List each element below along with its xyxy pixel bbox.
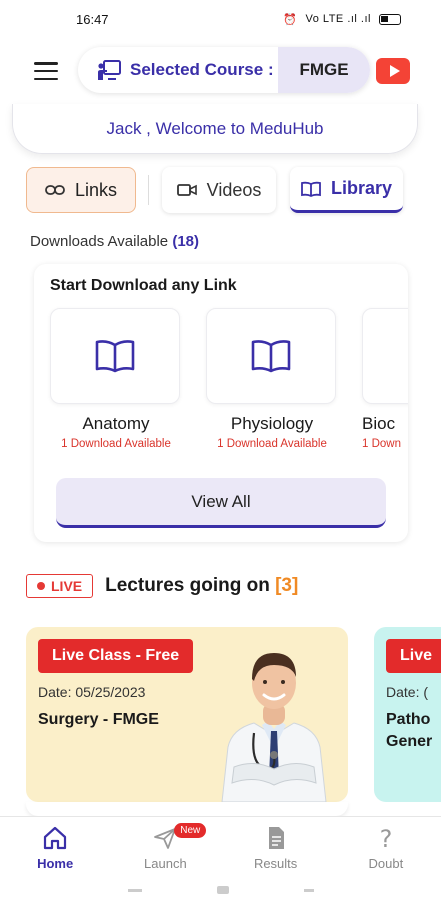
course-label: Selected Course : (130, 60, 274, 79)
home-system-icon[interactable] (216, 886, 229, 894)
question-icon: ? (380, 825, 393, 851)
recent-apps-icon[interactable] (127, 888, 142, 892)
link-icon (45, 185, 65, 195)
nav-results[interactable]: Results (221, 817, 331, 876)
nav-doubt[interactable]: ? Doubt (331, 817, 441, 876)
alarm-icon: ⏰ (283, 13, 298, 26)
lecture-subject: Surgery - FMGE (38, 711, 159, 728)
nav-launch-label: Launch (144, 856, 187, 871)
hamburger-menu-icon[interactable] (34, 62, 58, 80)
nav-launch[interactable]: New Launch (110, 817, 220, 876)
app-header: Selected Course : FMGE (0, 45, 441, 97)
svg-text:?: ? (380, 825, 393, 851)
live-class-badge: Live Class - Free (38, 639, 194, 673)
nav-home[interactable]: Home (0, 817, 110, 876)
lecture-subject-line2: Gener (386, 733, 433, 750)
live-class-badge: Live (386, 639, 441, 673)
new-badge: New (174, 823, 207, 838)
lecture-card-footer (26, 802, 348, 816)
live-badge: LIVE (26, 574, 94, 598)
subject-availability: 1 Download Available (61, 438, 171, 450)
back-system-icon[interactable] (303, 888, 314, 892)
tab-links[interactable]: Links (26, 167, 136, 213)
nav-results-label: Results (253, 856, 298, 871)
subject-name: Physiology (230, 414, 314, 433)
tab-links-label: Links (74, 179, 118, 200)
video-icon (176, 184, 197, 196)
live-lectures-header: LIVE Lectures going on [3] (26, 572, 298, 600)
teacher-board-icon (98, 60, 121, 80)
download-card-title: Start Download any Link (50, 277, 237, 294)
course-selector[interactable]: Selected Course : FMGE (78, 47, 370, 93)
book-open-icon (95, 340, 135, 373)
status-time: 16:47 (76, 11, 109, 27)
welcome-text: Jack , Welcome to MeduHub (106, 118, 324, 138)
course-value[interactable]: FMGE (278, 47, 370, 93)
subject-tile[interactable] (206, 308, 336, 404)
view-all-button[interactable]: View All (56, 478, 386, 528)
lecture-card[interactable]: Live Date: ( Patho Gener (374, 627, 441, 802)
live-count: [3] (275, 575, 299, 596)
subject-availability: 1 Download Available (217, 438, 327, 450)
tab-videos-label: Videos (206, 179, 262, 200)
tab-library[interactable]: Library (290, 167, 403, 213)
book-open-icon (251, 340, 291, 373)
download-card: Start Download any Link Anatomy 1 Downlo… (34, 264, 408, 542)
subject-item-physiology[interactable]: Physiology 1 Download Available (206, 308, 338, 450)
youtube-play-icon[interactable] (376, 58, 410, 84)
tab-divider (148, 175, 149, 205)
tab-videos[interactable]: Videos (162, 167, 276, 213)
document-icon (268, 827, 284, 849)
battery-icon (379, 13, 401, 25)
status-icons: ⏰ Vo LTE .ıl .ıl (283, 13, 401, 26)
book-icon (301, 181, 321, 197)
subject-name: Bioc (362, 414, 396, 433)
signal-icon: Vo LTE .ıl .ıl (305, 13, 371, 25)
subject-item-biochemistry[interactable]: Bioc 1 Down (362, 308, 408, 450)
tab-library-label: Library (330, 178, 393, 198)
subject-tile[interactable] (50, 308, 180, 404)
lecture-subject: Patho (386, 711, 431, 728)
nav-home-label: Home (37, 856, 74, 871)
lecture-card[interactable]: Live Class - Free Date: 05/25/2023 Surge… (26, 627, 348, 802)
downloads-label-text: Downloads Available (30, 233, 169, 250)
doctor-illustration (221, 653, 327, 802)
home-icon (44, 826, 67, 850)
subject-name: Anatomy (82, 414, 150, 433)
live-badge-label: LIVE (51, 578, 83, 594)
live-dot-icon (37, 582, 45, 590)
content-tabs: Links Videos Library (0, 167, 441, 217)
system-navigation-bar (0, 880, 441, 900)
lecture-date: Date: ( (386, 684, 429, 700)
downloads-available-label: Downloads Available (18) (30, 233, 199, 250)
status-bar: 16:47 ⏰ Vo LTE .ıl .ıl (0, 0, 441, 38)
downloads-count: (18) (172, 233, 200, 250)
subject-item-anatomy[interactable]: Anatomy 1 Download Available (50, 308, 182, 450)
live-title: Lectures going on [3] (105, 575, 298, 597)
subject-availability: 1 Down (362, 438, 401, 450)
bottom-navigation: Home New Launch Results ? Doubt (0, 816, 441, 876)
live-title-text: Lectures going on (105, 575, 270, 596)
nav-doubt-label: Doubt (368, 856, 404, 871)
welcome-banner: Jack , Welcome to MeduHub (12, 104, 418, 154)
lecture-date: Date: 05/25/2023 (38, 684, 146, 700)
subject-tile[interactable] (362, 308, 408, 404)
